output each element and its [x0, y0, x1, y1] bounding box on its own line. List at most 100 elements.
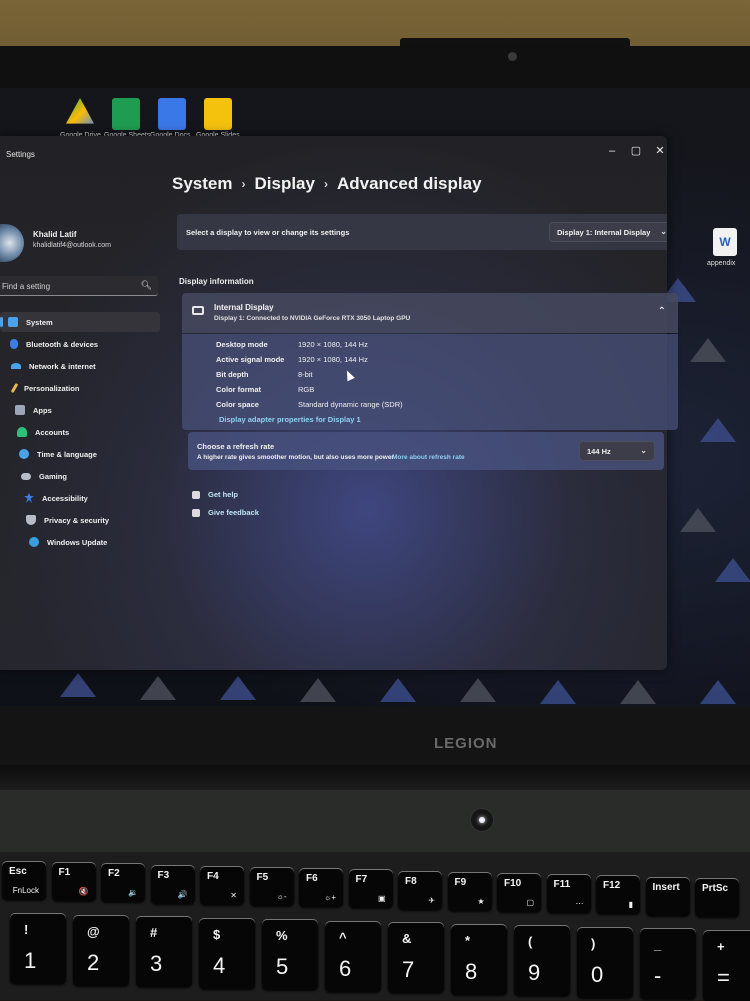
key-label: F10	[504, 878, 522, 889]
key-fn-icon: ▮	[628, 900, 633, 910]
chevron-up-icon[interactable]: ⌃	[658, 306, 666, 317]
key-fn-icon: FnLock	[12, 886, 39, 895]
info-value: 1920 × 1080, 144 Hz	[298, 355, 368, 364]
sidebar-item-network[interactable]: Network & internet	[0, 356, 160, 376]
key-f8[interactable]: F8 ✈	[398, 871, 442, 910]
key-1[interactable]: ! 1	[10, 914, 66, 984]
chevron-right-icon: ›	[241, 177, 246, 191]
info-key: Bit depth	[216, 370, 249, 379]
key-shift-label: +	[717, 938, 725, 954]
key-fn-icon: ⋯	[575, 899, 584, 909]
sidebar-item-privacy-security[interactable]: Privacy & security	[0, 510, 160, 530]
key-f7[interactable]: F7 ▣	[348, 870, 393, 909]
sidebar-item-label: Network & internet	[29, 361, 96, 371]
key-f2[interactable]: F2 🔉	[101, 864, 145, 903]
key-6[interactable]: ^ 6	[325, 921, 381, 992]
display-info-body: Desktop mode 1920 × 1080, 144 Hz Active …	[182, 334, 678, 430]
key-f11[interactable]: F11 ⋯	[546, 875, 591, 914]
minimize-button[interactable]: –	[602, 142, 622, 160]
wallpaper-spike	[300, 678, 336, 702]
key-label: 6	[339, 955, 352, 981]
key-f10[interactable]: F10 ▢	[497, 874, 541, 912]
key-prtsc[interactable]: PrtSc	[695, 878, 739, 917]
screen: Google Drive Google Sheets Google Docs G…	[0, 88, 750, 708]
key-fn-icon: ▢	[526, 898, 534, 907]
refresh-rate-description: A higher rate gives smoother motion, but…	[197, 454, 394, 461]
key-insert[interactable]: Insert	[645, 877, 690, 916]
sidebar-item-system[interactable]: System	[0, 312, 160, 332]
sidebar-item-accessibility[interactable]: Accessibility	[0, 488, 160, 508]
key-label: 3	[150, 951, 163, 976]
sidebar-item-personalization[interactable]: Personalization	[0, 378, 160, 398]
display-info-header[interactable]: Internal Display Display 1: Connected to…	[182, 293, 678, 333]
power-button[interactable]	[470, 808, 494, 832]
sidebar-item-accounts[interactable]: Accounts	[0, 422, 160, 442]
info-value: Standard dynamic range (SDR)	[298, 400, 403, 409]
key-4[interactable]: $4	[199, 918, 255, 989]
sidebar-item-gaming[interactable]: Gaming	[0, 466, 160, 486]
word-document-icon[interactable]: W	[713, 228, 737, 256]
google-docs-icon[interactable]	[158, 98, 186, 130]
search-box[interactable]: 🔍︎	[0, 276, 158, 296]
key-fn-icon: ✈	[428, 895, 435, 905]
wallpaper-spike	[140, 676, 176, 700]
sidebar-item-time-language[interactable]: Time & language	[0, 444, 160, 464]
display-adapter-properties-link[interactable]: Display adapter properties for Display 1	[219, 415, 361, 424]
search-input[interactable]	[2, 279, 132, 293]
close-button[interactable]: ✕	[650, 142, 667, 160]
sidebar-item-apps[interactable]: Apps	[0, 400, 160, 420]
key-8[interactable]: * 8	[451, 924, 507, 995]
key-fn-icon: ✕	[230, 890, 237, 900]
key-f6[interactable]: F6 ☼+	[299, 869, 343, 908]
key-f1[interactable]: F1 🔇	[51, 863, 96, 902]
key-9[interactable]: (9	[514, 926, 570, 996]
key-5[interactable]: % 5	[262, 920, 318, 990]
key-3[interactable]: #3	[136, 917, 192, 987]
display-title: Internal Display	[214, 303, 274, 312]
sidebar-item-windows-update[interactable]: Windows Update	[0, 532, 160, 552]
key-7[interactable]: & 7	[388, 923, 444, 993]
key-2[interactable]: @2	[73, 915, 129, 986]
breadcrumb-display[interactable]: Display	[254, 174, 314, 194]
key-label: F5	[256, 872, 269, 883]
key-f3[interactable]: F3 🔊	[150, 865, 195, 904]
maximize-button[interactable]: ▢	[626, 142, 646, 160]
info-value: 1920 × 1080, 144 Hz	[298, 340, 368, 349]
sidebar-item-label: Gaming	[39, 471, 67, 481]
info-key: Color space	[216, 400, 259, 409]
key-f4[interactable]: F4 ✕	[200, 866, 244, 905]
monitor-icon	[8, 317, 18, 327]
key-f9[interactable]: F9 ★	[447, 872, 492, 911]
search-icon[interactable]: 🔍︎	[141, 280, 152, 291]
key-fn-icon: ☼-	[276, 892, 287, 901]
key-label: 5	[276, 954, 289, 979]
key-label: F6	[306, 873, 318, 885]
app-title: Settings	[6, 150, 35, 159]
webcam	[508, 52, 517, 61]
key-esc[interactable]: Esc FnLock	[2, 862, 46, 900]
laptop-icon	[192, 306, 204, 315]
more-about-refresh-rate-link[interactable]: More about refresh rate	[392, 454, 465, 461]
key-shift-label: !	[24, 922, 29, 937]
key--[interactable]: _ -	[640, 929, 696, 999]
key-label: 4	[213, 952, 226, 978]
give-feedback-link[interactable]: Give feedback	[192, 508, 259, 517]
key-label: F2	[108, 868, 120, 880]
gamepad-icon	[21, 472, 31, 480]
key-f12[interactable]: F12 ▮	[596, 876, 640, 915]
google-sheets-icon[interactable]	[112, 98, 140, 130]
refresh-rate-dropdown[interactable]: 144 Hz ⌄	[579, 441, 655, 461]
display-dropdown[interactable]: Display 1: Internal Display ⌄	[549, 222, 667, 242]
google-slides-icon[interactable]	[204, 98, 232, 130]
key-f5[interactable]: F5 ☼-	[249, 868, 294, 906]
sidebar-item-bluetooth[interactable]: Bluetooth & devices	[0, 334, 160, 354]
key-0[interactable]: ) 0	[577, 927, 633, 998]
key-label: 7	[402, 957, 415, 982]
key-label: 9	[528, 960, 541, 985]
breadcrumb-system[interactable]: System	[172, 174, 232, 194]
get-help-link[interactable]: Get help	[192, 490, 238, 499]
title-bar[interactable]: Settings – ▢ ✕	[0, 136, 667, 168]
refresh-rate-value: 144 Hz	[587, 446, 611, 456]
wallpaper-spike	[680, 508, 716, 532]
key-=[interactable]: + =	[703, 930, 750, 1001]
